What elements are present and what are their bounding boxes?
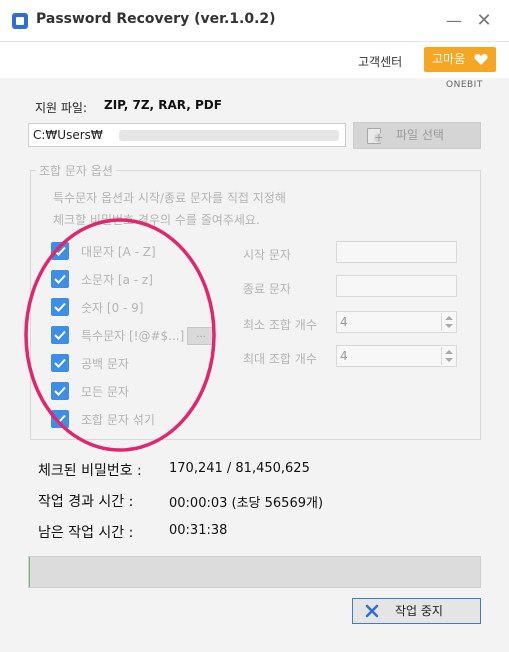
heart-icon — [474, 54, 488, 65]
checkbox-label: 모든 문자 — [81, 385, 129, 399]
elapsed-time-value: 00:00:03 (초당 56569개) — [169, 496, 324, 511]
remaining-time-value: 00:31:38 — [169, 523, 228, 538]
checkbox-check-icon — [51, 410, 69, 428]
checked-passwords-value: 170,241 / 81,450,625 — [169, 461, 310, 476]
select-file-button[interactable]: 파일 선택 — [353, 122, 481, 149]
progress-fill — [29, 557, 30, 587]
checkbox-check-icon — [51, 242, 69, 260]
spin-down-icon[interactable] — [445, 358, 453, 362]
supported-files-value: ZIP, 7Z, RAR, PDF — [104, 98, 222, 112]
checkbox-label: 숫자 [0 - 9] — [81, 301, 144, 315]
start-char-input[interactable] — [336, 241, 457, 263]
file-path-value: C:₩Users₩ — [33, 128, 103, 142]
end-char-label: 종료 문자 — [243, 282, 291, 296]
checkbox-label: 공백 문자 — [81, 357, 129, 371]
checkbox-check-icon — [51, 382, 69, 400]
thanks-button[interactable]: 고마움 — [424, 47, 496, 72]
supported-files-label: 지원 파일: — [35, 101, 88, 115]
options-description-2: 체크할 비밀번호 경우의 수를 줄여주세요. — [53, 213, 260, 227]
spin-up-icon[interactable] — [445, 316, 453, 320]
spin-up-icon[interactable] — [445, 350, 453, 354]
stop-job-label: 작업 중지 — [395, 604, 443, 618]
remaining-time-label: 남은 작업 시간 : — [38, 525, 134, 541]
thanks-label: 고마움 — [432, 52, 466, 66]
path-redaction — [119, 130, 339, 141]
select-file-label: 파일 선택 — [396, 128, 444, 142]
stop-job-button[interactable]: 작업 중지 — [352, 598, 481, 624]
brand-label: ONEBIT — [446, 80, 483, 90]
checkbox-label: 조합 문자 섞기 — [81, 413, 155, 427]
checkbox-label: 특수문자 [!@#$...] — [81, 329, 185, 343]
checkbox-check-icon — [51, 298, 69, 316]
checkbox-label: 소문자 [a - z] — [81, 273, 153, 287]
end-char-input[interactable] — [336, 275, 457, 297]
file-path-input[interactable]: C:₩Users₩ — [28, 123, 346, 147]
max-length-spinner[interactable]: 4 — [336, 345, 457, 367]
min-length-label: 최소 조합 개수 — [243, 318, 317, 332]
spinner-arrows[interactable] — [441, 347, 455, 365]
checkbox-label: 대문자 [A - Z] — [81, 245, 156, 259]
window-title: Password Recovery (ver.1.0.2) — [36, 11, 276, 27]
special-chars-button[interactable]: ... — [187, 327, 215, 345]
spin-down-icon[interactable] — [445, 324, 453, 328]
min-length-spinner[interactable]: 4 — [336, 311, 457, 333]
max-length-label: 최대 조합 개수 — [243, 352, 317, 366]
options-description-1: 특수문자 옵션과 시작/종료 문자를 직접 지정해 — [53, 191, 286, 205]
checked-passwords-label: 체크된 비밀번호 : — [38, 463, 142, 479]
min-length-value: 4 — [340, 315, 348, 329]
elapsed-time-label: 작업 경과 시간 : — [38, 494, 134, 510]
app-icon — [12, 13, 28, 29]
start-char-label: 시작 문자 — [243, 248, 291, 262]
support-center-link[interactable]: 고객센터 — [358, 53, 402, 70]
close-button[interactable]: ✕ — [472, 9, 496, 33]
checkbox-check-icon — [51, 270, 69, 288]
add-file-icon — [367, 128, 384, 144]
spinner-arrows[interactable] — [441, 313, 455, 331]
progress-bar — [28, 556, 481, 588]
max-length-value: 4 — [340, 349, 348, 363]
title-bar: Password Recovery (ver.1.0.2) — ✕ — [0, 0, 509, 42]
minimize-button[interactable]: — — [442, 9, 466, 33]
checkbox-check-icon — [51, 354, 69, 372]
combination-options-legend: 조합 문자 옵션 — [36, 162, 116, 179]
close-x-icon — [365, 604, 379, 618]
checkbox-check-icon — [51, 326, 69, 344]
